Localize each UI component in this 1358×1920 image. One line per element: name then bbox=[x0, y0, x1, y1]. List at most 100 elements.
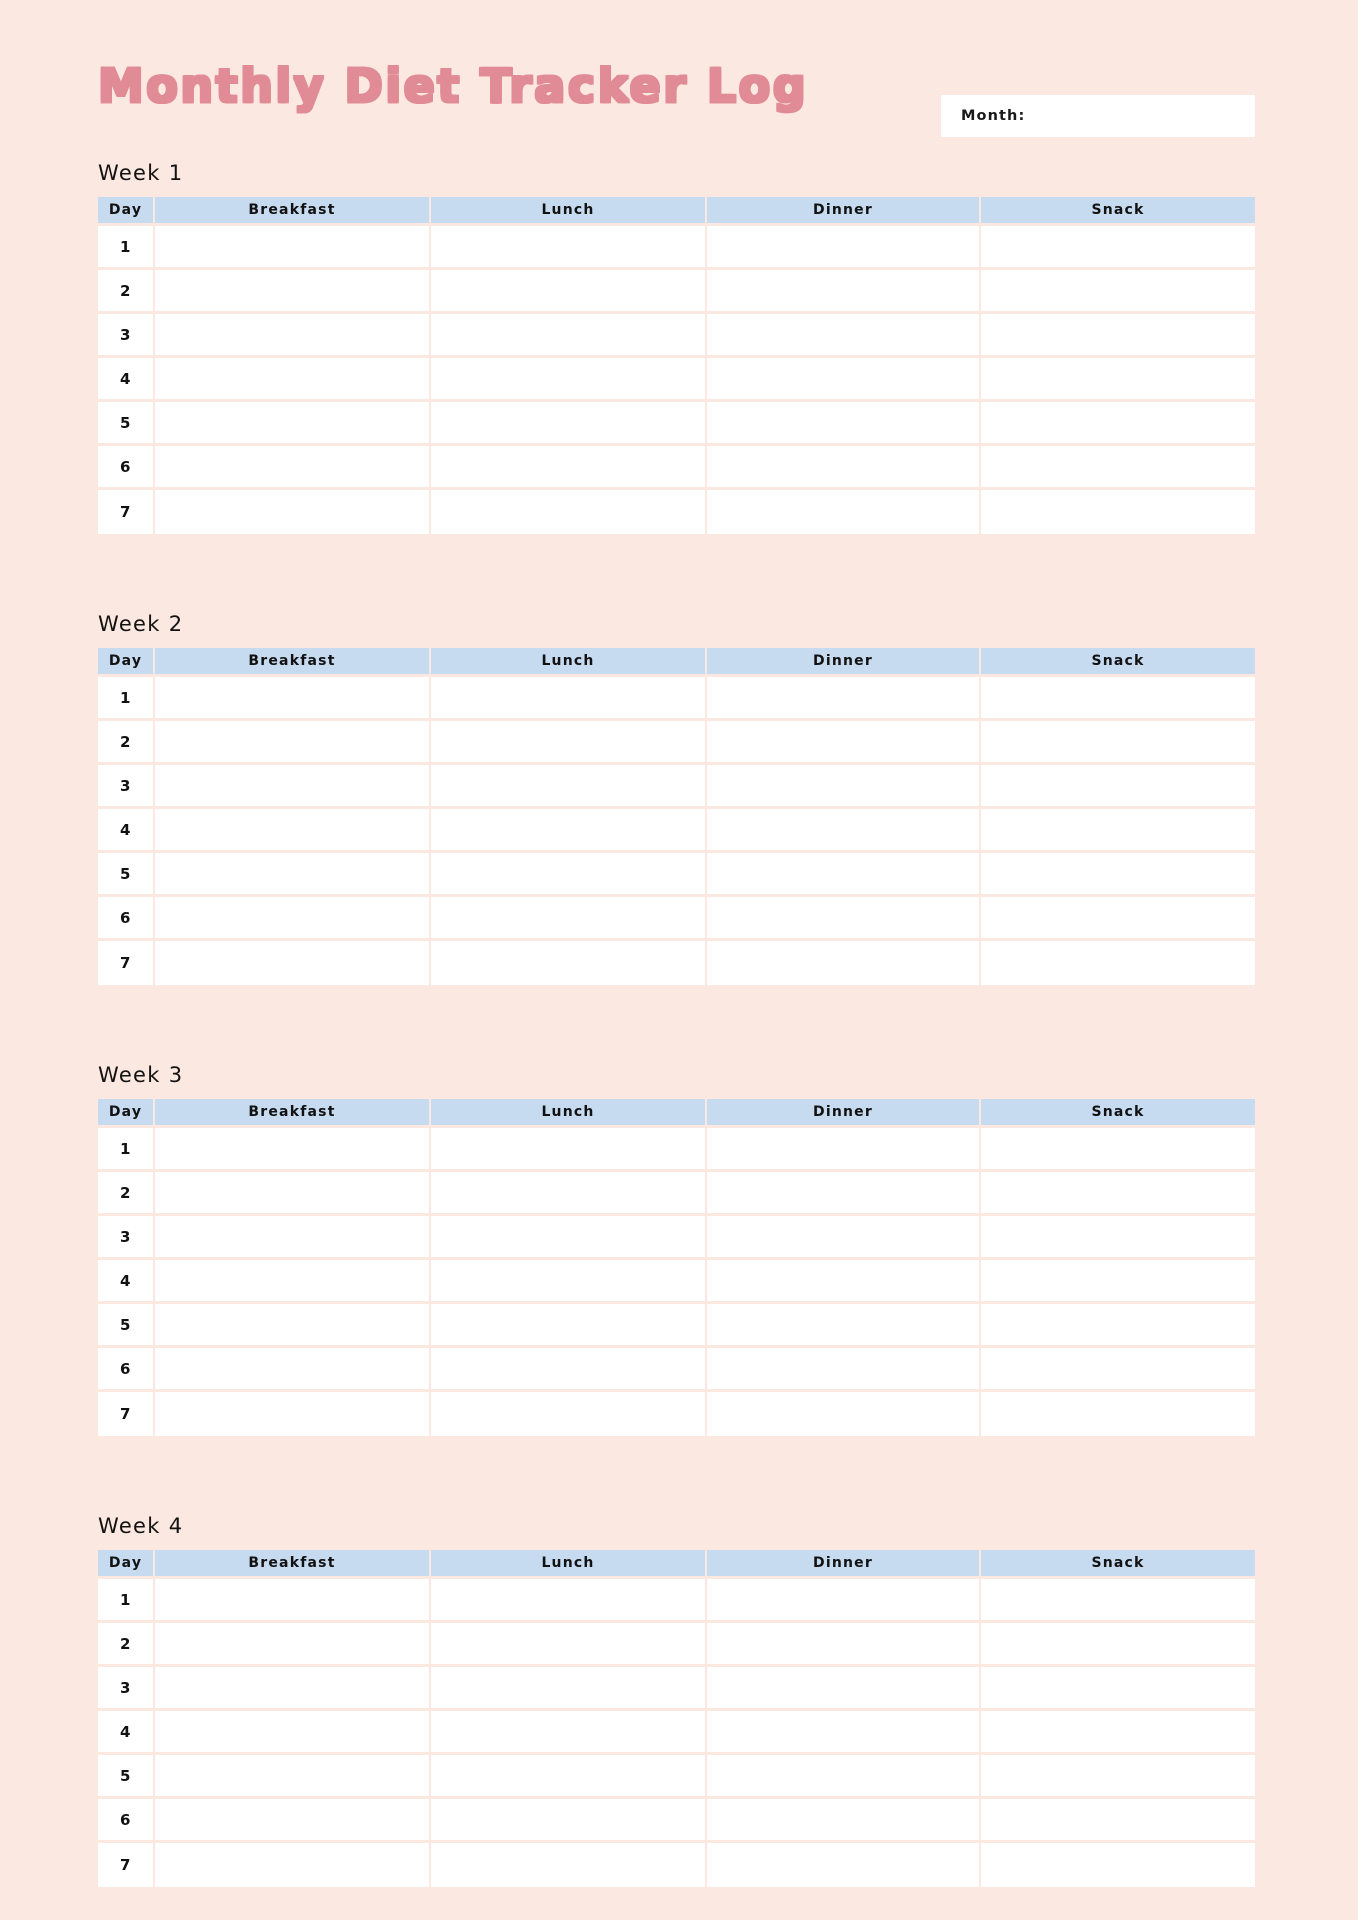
entry-cell-snack[interactable] bbox=[981, 677, 1255, 721]
entry-cell-lunch[interactable] bbox=[431, 853, 707, 897]
entry-cell-dinner[interactable] bbox=[707, 1172, 981, 1216]
entry-cell-dinner[interactable] bbox=[707, 1711, 981, 1755]
entry-cell-lunch[interactable] bbox=[431, 490, 707, 534]
entry-cell-lunch[interactable] bbox=[431, 1260, 707, 1304]
entry-cell-lunch[interactable] bbox=[431, 765, 707, 809]
entry-cell-dinner[interactable] bbox=[707, 358, 981, 402]
entry-cell-lunch[interactable] bbox=[431, 446, 707, 490]
entry-cell-dinner[interactable] bbox=[707, 314, 981, 358]
entry-cell-snack[interactable] bbox=[981, 1172, 1255, 1216]
entry-cell-breakfast[interactable] bbox=[155, 721, 431, 765]
entry-cell-lunch[interactable] bbox=[431, 1667, 707, 1711]
entry-cell-breakfast[interactable] bbox=[155, 446, 431, 490]
entry-cell-snack[interactable] bbox=[981, 941, 1255, 985]
entry-cell-breakfast[interactable] bbox=[155, 490, 431, 534]
entry-cell-lunch[interactable] bbox=[431, 1623, 707, 1667]
entry-cell-lunch[interactable] bbox=[431, 1711, 707, 1755]
entry-cell-snack[interactable] bbox=[981, 490, 1255, 534]
entry-cell-dinner[interactable] bbox=[707, 809, 981, 853]
entry-cell-lunch[interactable] bbox=[431, 1348, 707, 1392]
entry-cell-dinner[interactable] bbox=[707, 1304, 981, 1348]
entry-cell-dinner[interactable] bbox=[707, 1392, 981, 1436]
entry-cell-lunch[interactable] bbox=[431, 721, 707, 765]
entry-cell-snack[interactable] bbox=[981, 1128, 1255, 1172]
entry-cell-snack[interactable] bbox=[981, 853, 1255, 897]
entry-cell-snack[interactable] bbox=[981, 226, 1255, 270]
entry-cell-breakfast[interactable] bbox=[155, 402, 431, 446]
entry-cell-dinner[interactable] bbox=[707, 1348, 981, 1392]
entry-cell-snack[interactable] bbox=[981, 1755, 1255, 1799]
entry-cell-lunch[interactable] bbox=[431, 1216, 707, 1260]
entry-cell-lunch[interactable] bbox=[431, 1128, 707, 1172]
entry-cell-lunch[interactable] bbox=[431, 941, 707, 985]
entry-cell-breakfast[interactable] bbox=[155, 1172, 431, 1216]
month-field[interactable]: Month: bbox=[941, 95, 1255, 137]
entry-cell-snack[interactable] bbox=[981, 1667, 1255, 1711]
entry-cell-dinner[interactable] bbox=[707, 1216, 981, 1260]
entry-cell-snack[interactable] bbox=[981, 1711, 1255, 1755]
entry-cell-dinner[interactable] bbox=[707, 721, 981, 765]
entry-cell-snack[interactable] bbox=[981, 314, 1255, 358]
entry-cell-lunch[interactable] bbox=[431, 270, 707, 314]
entry-cell-lunch[interactable] bbox=[431, 1799, 707, 1843]
entry-cell-breakfast[interactable] bbox=[155, 1579, 431, 1623]
entry-cell-breakfast[interactable] bbox=[155, 1711, 431, 1755]
entry-cell-dinner[interactable] bbox=[707, 1260, 981, 1304]
entry-cell-dinner[interactable] bbox=[707, 402, 981, 446]
entry-cell-snack[interactable] bbox=[981, 1843, 1255, 1887]
entry-cell-snack[interactable] bbox=[981, 765, 1255, 809]
entry-cell-breakfast[interactable] bbox=[155, 1843, 431, 1887]
entry-cell-breakfast[interactable] bbox=[155, 809, 431, 853]
entry-cell-snack[interactable] bbox=[981, 1579, 1255, 1623]
entry-cell-snack[interactable] bbox=[981, 1348, 1255, 1392]
entry-cell-snack[interactable] bbox=[981, 270, 1255, 314]
entry-cell-breakfast[interactable] bbox=[155, 1304, 431, 1348]
entry-cell-breakfast[interactable] bbox=[155, 941, 431, 985]
entry-cell-breakfast[interactable] bbox=[155, 1392, 431, 1436]
entry-cell-lunch[interactable] bbox=[431, 226, 707, 270]
entry-cell-lunch[interactable] bbox=[431, 897, 707, 941]
entry-cell-breakfast[interactable] bbox=[155, 1348, 431, 1392]
entry-cell-breakfast[interactable] bbox=[155, 1799, 431, 1843]
entry-cell-snack[interactable] bbox=[981, 809, 1255, 853]
entry-cell-dinner[interactable] bbox=[707, 1755, 981, 1799]
entry-cell-breakfast[interactable] bbox=[155, 1128, 431, 1172]
entry-cell-snack[interactable] bbox=[981, 1260, 1255, 1304]
entry-cell-breakfast[interactable] bbox=[155, 897, 431, 941]
entry-cell-dinner[interactable] bbox=[707, 765, 981, 809]
entry-cell-dinner[interactable] bbox=[707, 1799, 981, 1843]
entry-cell-lunch[interactable] bbox=[431, 314, 707, 358]
entry-cell-snack[interactable] bbox=[981, 721, 1255, 765]
entry-cell-breakfast[interactable] bbox=[155, 1623, 431, 1667]
entry-cell-snack[interactable] bbox=[981, 402, 1255, 446]
entry-cell-dinner[interactable] bbox=[707, 1667, 981, 1711]
entry-cell-dinner[interactable] bbox=[707, 490, 981, 534]
entry-cell-lunch[interactable] bbox=[431, 1392, 707, 1436]
entry-cell-lunch[interactable] bbox=[431, 677, 707, 721]
entry-cell-lunch[interactable] bbox=[431, 809, 707, 853]
entry-cell-breakfast[interactable] bbox=[155, 1667, 431, 1711]
entry-cell-breakfast[interactable] bbox=[155, 765, 431, 809]
entry-cell-snack[interactable] bbox=[981, 1799, 1255, 1843]
entry-cell-breakfast[interactable] bbox=[155, 314, 431, 358]
entry-cell-dinner[interactable] bbox=[707, 1843, 981, 1887]
entry-cell-breakfast[interactable] bbox=[155, 853, 431, 897]
entry-cell-lunch[interactable] bbox=[431, 1172, 707, 1216]
entry-cell-dinner[interactable] bbox=[707, 1579, 981, 1623]
entry-cell-breakfast[interactable] bbox=[155, 270, 431, 314]
entry-cell-breakfast[interactable] bbox=[155, 1260, 431, 1304]
entry-cell-dinner[interactable] bbox=[707, 941, 981, 985]
entry-cell-dinner[interactable] bbox=[707, 446, 981, 490]
entry-cell-breakfast[interactable] bbox=[155, 226, 431, 270]
entry-cell-snack[interactable] bbox=[981, 446, 1255, 490]
entry-cell-breakfast[interactable] bbox=[155, 1216, 431, 1260]
entry-cell-breakfast[interactable] bbox=[155, 677, 431, 721]
entry-cell-dinner[interactable] bbox=[707, 1623, 981, 1667]
entry-cell-snack[interactable] bbox=[981, 1623, 1255, 1667]
entry-cell-snack[interactable] bbox=[981, 358, 1255, 402]
entry-cell-snack[interactable] bbox=[981, 1304, 1255, 1348]
entry-cell-dinner[interactable] bbox=[707, 270, 981, 314]
entry-cell-snack[interactable] bbox=[981, 897, 1255, 941]
entry-cell-lunch[interactable] bbox=[431, 358, 707, 402]
entry-cell-dinner[interactable] bbox=[707, 897, 981, 941]
